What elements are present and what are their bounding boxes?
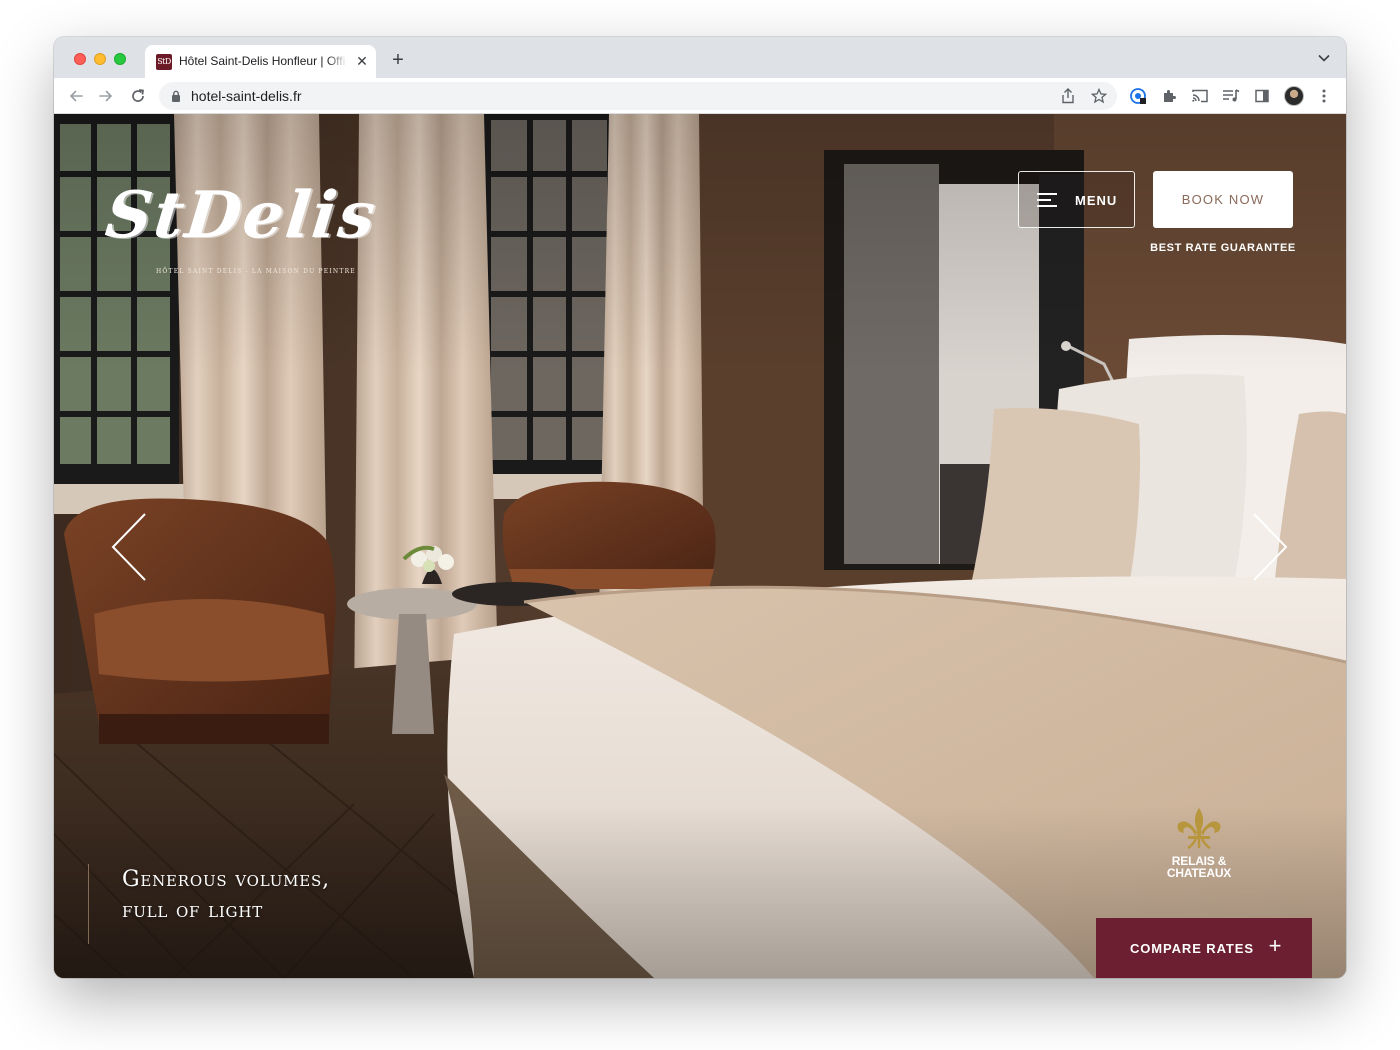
close-window-button[interactable] bbox=[74, 53, 86, 65]
address-bar[interactable]: hotel-saint-delis.fr bbox=[159, 82, 1117, 110]
share-icon[interactable] bbox=[1058, 86, 1078, 106]
tab-title: Hôtel Saint-Delis Honfleur | Official Si… bbox=[179, 54, 347, 68]
logo-wordmark: StDelis bbox=[102, 178, 381, 253]
extension-lens-icon[interactable] bbox=[1127, 85, 1149, 107]
new-tab-button[interactable]: + bbox=[387, 49, 409, 71]
browser-tab[interactable]: StD Hôtel Saint-Delis Honfleur | Officia… bbox=[145, 45, 376, 78]
minimize-window-button[interactable] bbox=[94, 53, 106, 65]
carousel-next-chevron-icon[interactable] bbox=[1250, 512, 1290, 582]
rc-line-2: CHATEAUX bbox=[1166, 866, 1232, 880]
caption-line-1: Generous volumes, bbox=[122, 867, 330, 892]
favicon-icon: StD bbox=[156, 54, 172, 70]
back-icon[interactable] bbox=[64, 84, 88, 108]
plus-icon: + bbox=[1268, 933, 1282, 958]
extensions-puzzle-icon[interactable] bbox=[1158, 85, 1180, 107]
media-queue-icon[interactable] bbox=[1220, 85, 1242, 107]
maximize-window-button[interactable] bbox=[114, 53, 126, 65]
best-rate-guarantee-link[interactable]: BEST RATE GUARANTEE bbox=[1144, 242, 1302, 254]
compare-rates-button[interactable]: COMPARE RATES + bbox=[1096, 918, 1312, 978]
book-now-button[interactable]: BOOK NOW bbox=[1153, 171, 1293, 228]
hamburger-icon bbox=[1037, 193, 1057, 207]
tab-close-icon[interactable]: ✕ bbox=[354, 53, 370, 69]
url-text: hotel-saint-delis.fr bbox=[191, 88, 302, 104]
compare-rates-label: COMPARE RATES bbox=[1130, 941, 1254, 956]
reload-icon[interactable] bbox=[126, 84, 150, 108]
carousel-prev-chevron-icon[interactable] bbox=[109, 512, 149, 582]
menu-label: MENU bbox=[1075, 193, 1118, 208]
logo-tagline: HÔTEL SAINT DELIS - LA MAISON DU PEINTRE bbox=[156, 268, 356, 275]
caption-line-2: full of light bbox=[122, 898, 264, 923]
site-logo[interactable]: StDelis HÔTEL SAINT DELIS - LA MAISON DU… bbox=[102, 172, 396, 282]
bookmark-star-icon[interactable] bbox=[1089, 86, 1109, 106]
forward-icon[interactable] bbox=[94, 84, 118, 108]
tab-search-icon[interactable] bbox=[1316, 50, 1332, 66]
menu-button[interactable]: MENU bbox=[1018, 171, 1135, 228]
browser-toolbar: hotel-saint-delis.fr bbox=[54, 78, 1346, 114]
profile-avatar[interactable] bbox=[1284, 86, 1304, 106]
more-options-icon[interactable] bbox=[1313, 85, 1335, 107]
side-panel-icon[interactable] bbox=[1251, 85, 1273, 107]
relais-chateaux-logo[interactable]: RELAIS & CHATEAUX bbox=[1152, 806, 1246, 886]
page-viewport: StDelis HÔTEL SAINT DELIS - LA MAISON DU… bbox=[54, 114, 1346, 978]
lock-icon[interactable] bbox=[169, 89, 183, 103]
tab-strip: StD Hôtel Saint-Delis Honfleur | Officia… bbox=[54, 37, 1346, 78]
browser-window: StD Hôtel Saint-Delis Honfleur | Officia… bbox=[54, 37, 1346, 978]
fleur-de-lis-icon bbox=[1177, 808, 1221, 850]
cast-icon[interactable] bbox=[1189, 85, 1211, 107]
slide-caption: Generous volumes, full of light bbox=[88, 864, 330, 944]
